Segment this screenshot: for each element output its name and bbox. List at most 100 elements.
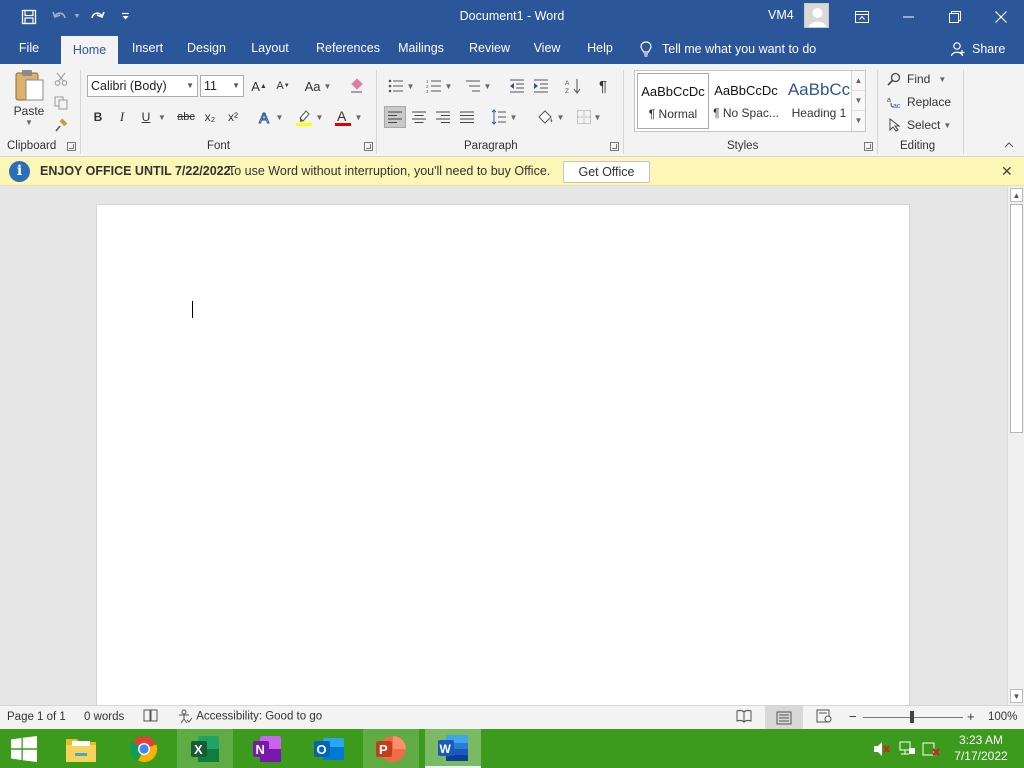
undo-dropdown-icon[interactable]: ▼	[72, 0, 82, 33]
taskbar-powerpoint[interactable]: P	[363, 729, 419, 768]
select-button[interactable]: Select ▼	[889, 115, 951, 135]
font-family-select[interactable]: Calibri (Body) ▼	[87, 75, 198, 97]
increase-indent-icon[interactable]	[530, 75, 552, 97]
tab-help[interactable]: Help	[580, 33, 620, 64]
tab-mailings[interactable]: Mailings	[391, 33, 451, 64]
close-message-icon[interactable]: ✕	[1001, 163, 1013, 180]
user-name[interactable]: VM4	[768, 8, 794, 22]
redo-icon[interactable]	[86, 0, 108, 33]
scroll-down-icon[interactable]: ▼	[1010, 689, 1023, 703]
find-button[interactable]: Find ▼	[887, 69, 946, 89]
underline-dropdown-icon[interactable]: ▼	[156, 106, 168, 128]
underline-button[interactable]: U	[137, 106, 155, 128]
format-painter-icon[interactable]	[52, 115, 70, 137]
network-icon[interactable]	[898, 729, 916, 768]
restore-icon[interactable]	[932, 0, 978, 33]
text-effects-button[interactable]: A ▼	[254, 106, 286, 128]
font-color-button[interactable]: A ▼	[331, 106, 365, 128]
cut-icon[interactable]	[52, 68, 70, 90]
paste-button[interactable]: Paste ▼	[12, 68, 46, 132]
minimize-icon[interactable]	[886, 0, 932, 33]
customize-quick-access-icon[interactable]	[118, 0, 132, 33]
align-left-icon[interactable]	[384, 106, 406, 128]
style-heading-1[interactable]: AaBbCc Heading 1	[783, 73, 855, 129]
bullets-button[interactable]: ▼	[384, 75, 418, 97]
zoom-in-icon[interactable]: +	[967, 709, 975, 724]
close-icon[interactable]	[978, 0, 1024, 33]
style-no-spacing[interactable]: AaBbCcDc ¶ No Spac...	[710, 73, 782, 129]
undo-icon[interactable]	[48, 0, 72, 33]
style-normal[interactable]: AaBbCcDc ¶ Normal	[637, 73, 709, 129]
tab-design[interactable]: Design	[180, 33, 233, 64]
get-office-button[interactable]: Get Office	[563, 161, 650, 183]
show-formatting-button[interactable]: ¶	[592, 75, 614, 97]
italic-button[interactable]: I	[113, 106, 131, 128]
vertical-scrollbar[interactable]: ▲ ▼	[1007, 186, 1024, 705]
page-count[interactable]: Page 1 of 1	[7, 711, 66, 723]
change-case-button[interactable]: Aa ▼	[302, 75, 334, 97]
zoom-out-icon[interactable]: −	[849, 709, 857, 724]
volume-muted-icon[interactable]	[873, 729, 891, 768]
align-right-icon[interactable]	[432, 106, 454, 128]
line-spacing-button[interactable]: ▼	[487, 106, 521, 128]
zoom-level[interactable]: 100%	[988, 711, 1017, 723]
multilevel-list-button[interactable]: ▼	[461, 75, 495, 97]
collapse-ribbon-icon[interactable]	[1000, 138, 1018, 152]
font-size-select[interactable]: 11 ▼	[200, 75, 244, 97]
share-button[interactable]: Share	[950, 33, 1005, 64]
highlight-color-button[interactable]: ▼	[292, 106, 326, 128]
document-page[interactable]	[96, 204, 910, 705]
read-mode-icon[interactable]	[736, 709, 752, 726]
taskbar-chrome[interactable]	[116, 729, 172, 768]
styles-more-icon[interactable]: ▼	[852, 111, 865, 131]
clear-formatting-icon[interactable]	[345, 75, 367, 97]
scrollbar-thumb[interactable]	[1010, 204, 1023, 433]
styles-dialog-launcher[interactable]	[864, 142, 873, 151]
tell-me-box[interactable]: Tell me what you want to do	[640, 33, 816, 64]
grow-font-button[interactable]: A ▲	[249, 75, 269, 97]
taskbar-file-explorer[interactable]	[53, 729, 109, 768]
superscript-button[interactable]: x²	[224, 106, 242, 128]
start-button[interactable]	[0, 729, 48, 768]
tab-insert[interactable]: Insert	[124, 33, 171, 64]
paragraph-dialog-launcher[interactable]	[610, 142, 619, 151]
word-count[interactable]: 0 words	[84, 711, 124, 723]
avatar[interactable]	[804, 3, 829, 28]
accessibility-checker[interactable]: Accessibility: Good to go	[177, 709, 322, 724]
bold-button[interactable]: B	[89, 106, 107, 128]
clipboard-dialog-launcher[interactable]	[67, 142, 76, 151]
proofing-icon[interactable]	[143, 709, 158, 726]
align-center-icon[interactable]	[408, 106, 430, 128]
taskbar-onenote[interactable]: N	[239, 729, 295, 768]
print-layout-icon[interactable]	[765, 706, 803, 729]
shrink-font-button[interactable]: A ▼	[273, 75, 293, 97]
borders-button[interactable]: ▼	[572, 106, 606, 128]
system-clock[interactable]: 3:23 AM 7/17/2022	[946, 732, 1016, 764]
tab-home[interactable]: Home	[61, 36, 118, 64]
tab-references[interactable]: References	[308, 33, 388, 64]
web-layout-icon[interactable]	[816, 709, 832, 726]
zoom-slider-thumb[interactable]	[910, 711, 914, 723]
save-icon[interactable]	[16, 0, 42, 33]
numbering-button[interactable]: 1 2 3 ▼	[422, 75, 456, 97]
subscript-button[interactable]: x₂	[201, 106, 219, 128]
copy-icon[interactable]	[52, 92, 70, 114]
tab-layout[interactable]: Layout	[243, 33, 297, 64]
notification-icon[interactable]	[922, 729, 940, 768]
scroll-up-icon[interactable]: ▲	[1010, 188, 1023, 202]
styles-scroll-up-icon[interactable]: ▲	[852, 71, 865, 91]
replace-button[interactable]: a ac Replace	[887, 92, 951, 112]
taskbar-excel[interactable]: X	[177, 729, 233, 768]
taskbar-word[interactable]: W	[425, 729, 481, 768]
tab-review[interactable]: Review	[464, 33, 515, 64]
shading-button[interactable]: ▼	[533, 106, 567, 128]
ribbon-display-options-icon[interactable]	[839, 0, 885, 33]
tab-file[interactable]: File	[10, 33, 48, 64]
strikethrough-button[interactable]: abc	[175, 106, 197, 128]
tab-view[interactable]: View	[528, 33, 566, 64]
justify-icon[interactable]	[456, 106, 478, 128]
taskbar-outlook[interactable]: O	[301, 729, 357, 768]
font-dialog-launcher[interactable]	[364, 142, 373, 151]
decrease-indent-icon[interactable]	[506, 75, 528, 97]
sort-icon[interactable]: AZ	[562, 75, 584, 97]
